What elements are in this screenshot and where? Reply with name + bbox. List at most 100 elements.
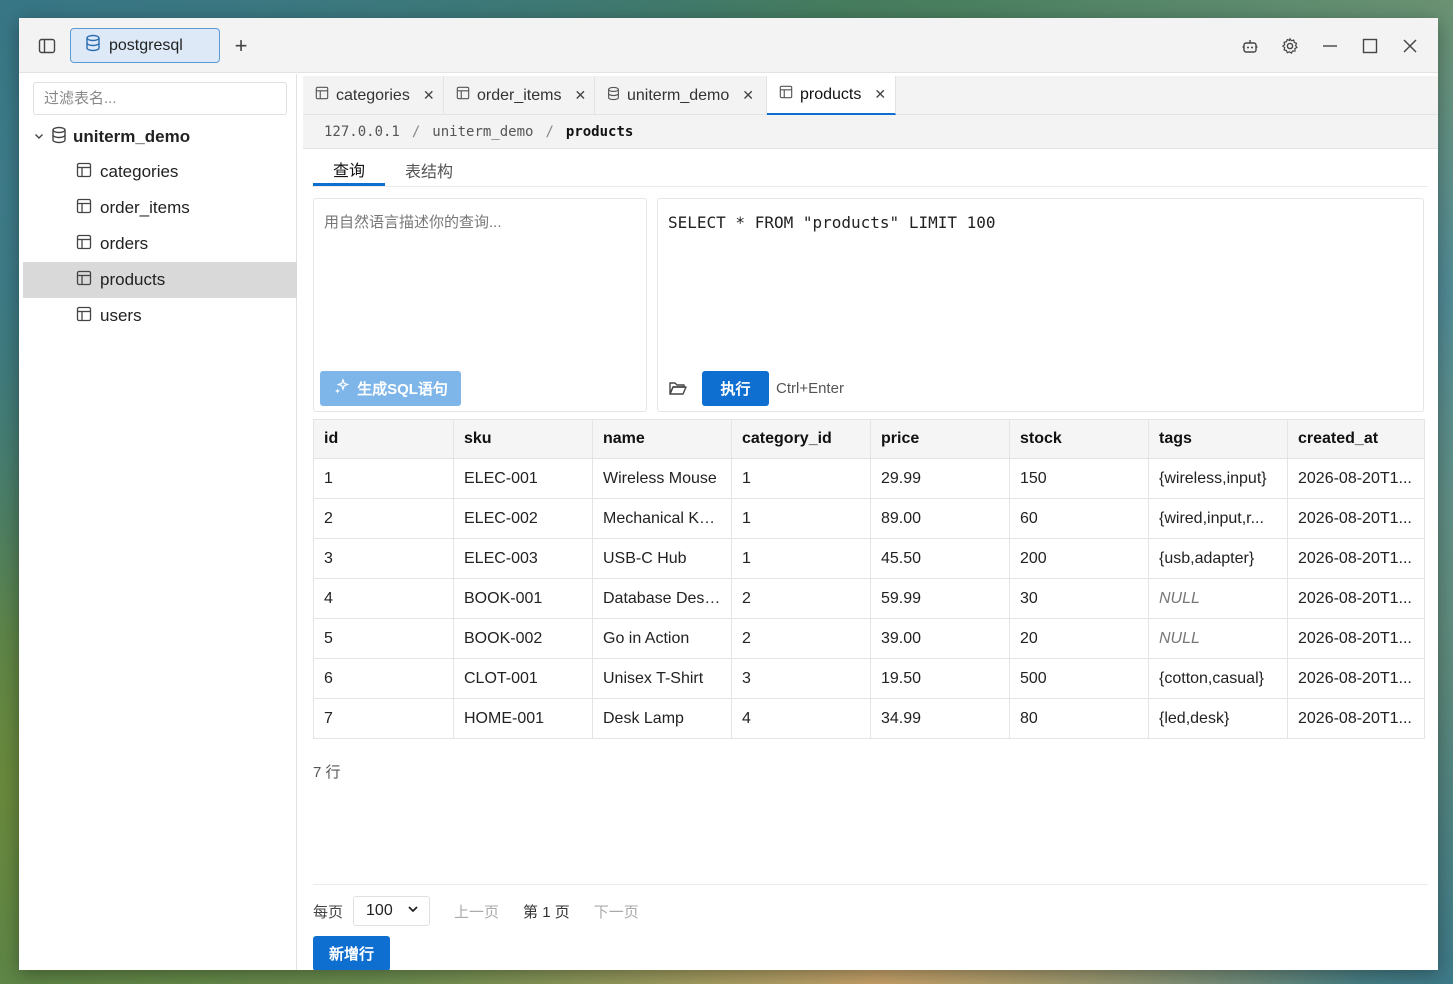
table-cell[interactable]: 150 <box>1009 458 1149 499</box>
column-header-name[interactable]: name <box>592 419 732 459</box>
table-cell[interactable]: {usb,adapter} <box>1148 538 1288 579</box>
table-row[interactable]: 1 ELEC-001 Wireless Mouse 1 29.99 150 {w… <box>313 458 1425 499</box>
table-cell[interactable]: 2026-08-20T1... <box>1287 578 1425 619</box>
table-cell[interactable]: 20 <box>1009 618 1149 659</box>
maximize-icon[interactable] <box>1356 32 1384 60</box>
column-header-id[interactable]: id <box>313 419 454 459</box>
per-page-select[interactable]: 100 <box>353 896 431 926</box>
table-cell-null[interactable]: NULL <box>1148 578 1288 619</box>
table-cell[interactable]: 4 <box>731 698 871 739</box>
table-cell[interactable]: 1 <box>313 458 454 499</box>
breadcrumb-host[interactable]: 127.0.0.1 <box>324 124 400 140</box>
table-cell-null[interactable]: NULL <box>1148 618 1288 659</box>
column-header-sku[interactable]: sku <box>453 419 593 459</box>
sidebar-item-products[interactable]: products <box>23 262 297 298</box>
table-row[interactable]: 4 BOOK-001 Database Desi... 2 59.99 30 N… <box>313 578 1425 619</box>
table-cell[interactable]: 2026-08-20T1... <box>1287 538 1425 579</box>
table-cell[interactable]: 1 <box>731 538 871 579</box>
table-cell[interactable]: 3 <box>731 658 871 699</box>
table-cell[interactable]: 1 <box>731 498 871 539</box>
table-cell[interactable]: 1 <box>731 458 871 499</box>
close-icon[interactable]: ✕ <box>742 87 754 104</box>
table-cell[interactable]: 29.99 <box>870 458 1010 499</box>
table-cell[interactable]: 59.99 <box>870 578 1010 619</box>
table-cell[interactable]: Mechanical Ke... <box>592 498 732 539</box>
column-header-created-at[interactable]: created_at <box>1287 419 1425 459</box>
table-cell[interactable]: HOME-001 <box>453 698 593 739</box>
sidebar-item-orders[interactable]: orders <box>23 226 297 262</box>
table-cell[interactable]: 30 <box>1009 578 1149 619</box>
sidebar-item-order-items[interactable]: order_items <box>23 190 297 226</box>
run-button[interactable]: 执行 <box>702 371 769 406</box>
table-cell[interactable]: {cotton,casual} <box>1148 658 1288 699</box>
table-cell[interactable]: Unisex T-Shirt <box>592 658 732 699</box>
table-row[interactable]: 2 ELEC-002 Mechanical Ke... 1 89.00 60 {… <box>313 498 1425 539</box>
table-cell[interactable]: ELEC-001 <box>453 458 593 499</box>
table-cell[interactable]: 2 <box>731 618 871 659</box>
table-cell[interactable]: ELEC-003 <box>453 538 593 579</box>
table-row[interactable]: 7 HOME-001 Desk Lamp 4 34.99 80 {led,des… <box>313 698 1425 739</box>
table-cell[interactable]: 3 <box>313 538 454 579</box>
table-cell[interactable]: 80 <box>1009 698 1149 739</box>
table-cell[interactable]: 5 <box>313 618 454 659</box>
table-cell[interactable]: {led,desk} <box>1148 698 1288 739</box>
column-header-category-id[interactable]: category_id <box>731 419 871 459</box>
table-cell[interactable]: BOOK-001 <box>453 578 593 619</box>
add-tab-button[interactable]: + <box>229 33 253 58</box>
tab-products[interactable]: products ✕ <box>767 76 896 115</box>
database-node[interactable]: uniterm_demo <box>33 122 190 152</box>
nl-query-input[interactable] <box>314 199 646 359</box>
connection-tab[interactable]: postgresql <box>70 28 220 63</box>
add-row-button[interactable]: 新增行 <box>313 936 390 970</box>
close-icon[interactable]: ✕ <box>874 86 886 103</box>
tab-order-items[interactable]: order_items ✕ <box>444 76 595 115</box>
column-header-tags[interactable]: tags <box>1148 419 1288 459</box>
tab-categories[interactable]: categories ✕ <box>303 76 444 115</box>
next-page-button[interactable]: 下一页 <box>594 901 639 922</box>
table-filter-input[interactable] <box>33 82 287 115</box>
sidebar-item-categories[interactable]: categories <box>23 154 297 190</box>
table-cell[interactable]: 2 <box>731 578 871 619</box>
close-icon[interactable]: ✕ <box>423 87 435 104</box>
folder-open-icon[interactable] <box>668 379 690 401</box>
table-cell[interactable]: {wireless,input} <box>1148 458 1288 499</box>
table-row[interactable]: 6 CLOT-001 Unisex T-Shirt 3 19.50 500 {c… <box>313 658 1425 699</box>
robot-icon[interactable] <box>1236 32 1264 60</box>
table-cell[interactable]: 7 <box>313 698 454 739</box>
table-row[interactable]: 3 ELEC-003 USB-C Hub 1 45.50 200 {usb,ad… <box>313 538 1425 579</box>
table-cell[interactable]: {wired,input,r... <box>1148 498 1288 539</box>
gear-icon[interactable] <box>1276 32 1304 60</box>
table-cell[interactable]: 2026-08-20T1... <box>1287 458 1425 499</box>
table-cell[interactable]: 45.50 <box>870 538 1010 579</box>
table-cell[interactable]: 34.99 <box>870 698 1010 739</box>
table-cell[interactable]: 2 <box>313 498 454 539</box>
table-cell[interactable]: 200 <box>1009 538 1149 579</box>
table-cell[interactable]: 39.00 <box>870 618 1010 659</box>
column-header-stock[interactable]: stock <box>1009 419 1149 459</box>
sidebar-item-users[interactable]: users <box>23 298 297 334</box>
tab-structure[interactable]: 表结构 <box>385 154 473 186</box>
tab-query[interactable]: 查询 <box>313 154 386 186</box>
tab-uniterm-demo[interactable]: uniterm_demo ✕ <box>595 76 767 115</box>
table-cell[interactable]: USB-C Hub <box>592 538 732 579</box>
column-header-price[interactable]: price <box>870 419 1010 459</box>
prev-page-button[interactable]: 上一页 <box>454 901 499 922</box>
table-cell[interactable]: 19.50 <box>870 658 1010 699</box>
chevron-down-icon[interactable] <box>33 127 45 147</box>
table-cell[interactable]: BOOK-002 <box>453 618 593 659</box>
table-cell[interactable]: 500 <box>1009 658 1149 699</box>
table-cell[interactable]: Go in Action <box>592 618 732 659</box>
generate-sql-button[interactable]: 生成SQL语句 <box>320 371 461 406</box>
table-row[interactable]: 5 BOOK-002 Go in Action 2 39.00 20 NULL … <box>313 618 1425 659</box>
table-cell[interactable]: Wireless Mouse <box>592 458 732 499</box>
table-cell[interactable]: Desk Lamp <box>592 698 732 739</box>
table-cell[interactable]: ELEC-002 <box>453 498 593 539</box>
breadcrumb-database[interactable]: uniterm_demo <box>432 124 533 140</box>
table-cell[interactable]: 2026-08-20T1... <box>1287 698 1425 739</box>
table-cell[interactable]: 2026-08-20T1... <box>1287 498 1425 539</box>
table-cell[interactable]: Database Desi... <box>592 578 732 619</box>
close-icon[interactable] <box>1396 32 1424 60</box>
table-cell[interactable]: CLOT-001 <box>453 658 593 699</box>
close-icon[interactable]: ✕ <box>574 87 586 104</box>
minimize-icon[interactable] <box>1316 32 1344 60</box>
